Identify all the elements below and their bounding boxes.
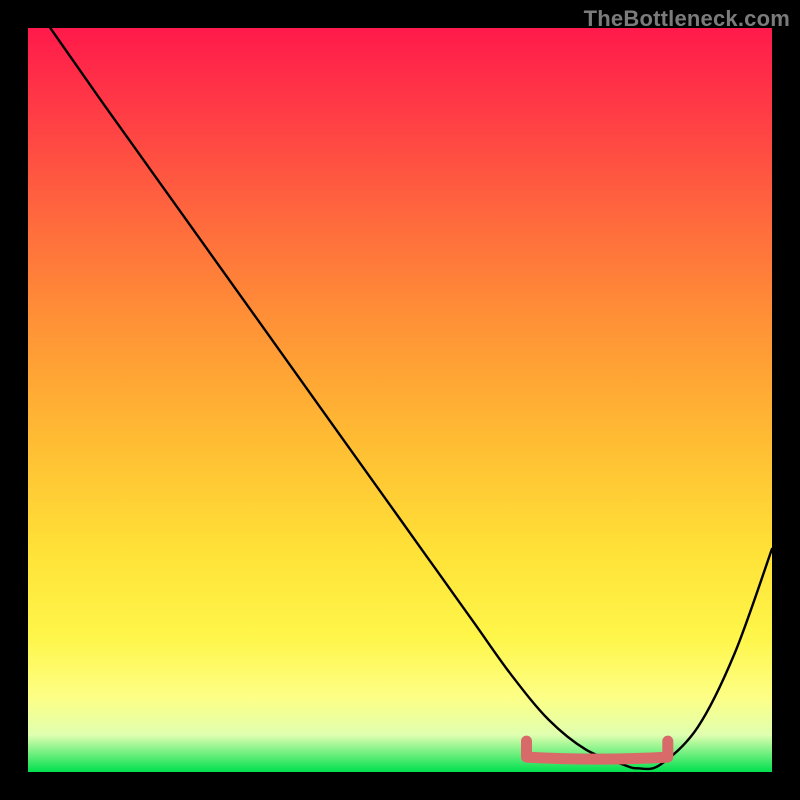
bottleneck-curve-path xyxy=(50,28,772,769)
chart-frame: TheBottleneck.com xyxy=(0,0,800,800)
plot-area xyxy=(28,28,772,772)
watermark-text: TheBottleneck.com xyxy=(584,6,790,32)
optimal-range-marker xyxy=(527,741,668,759)
curve-svg xyxy=(28,28,772,772)
